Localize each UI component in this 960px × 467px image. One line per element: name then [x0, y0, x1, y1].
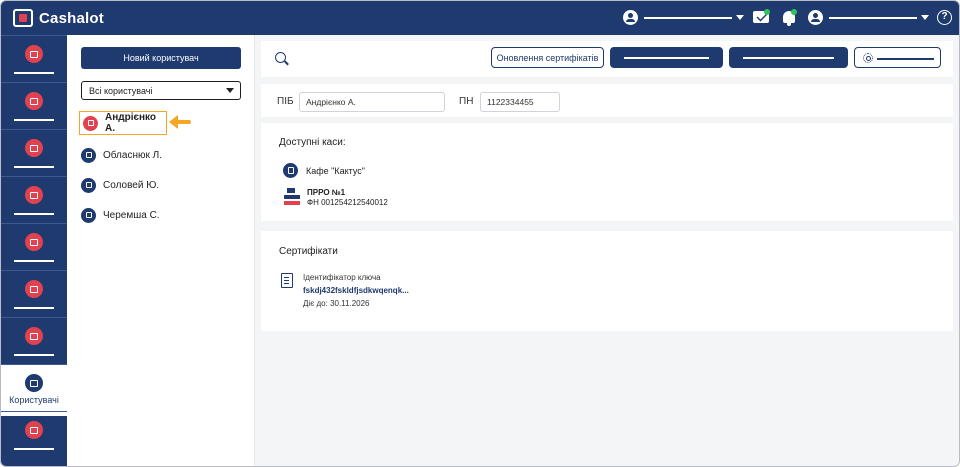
cash-register-icon: [284, 188, 300, 206]
user-name-placeholder[interactable]: [829, 17, 917, 19]
top-bar: Cashalot ?: [1, 1, 959, 35]
user-list-item[interactable]: Андрієнко А.: [79, 111, 167, 135]
sidebar-item-label: Користувачі: [9, 395, 59, 405]
prro-title: ПРРО №1: [307, 188, 346, 197]
users-icon: [25, 374, 43, 392]
home-icon: [25, 45, 43, 63]
toolbar-action-button[interactable]: [610, 47, 723, 68]
available-registers-panel: Доступні каси: Кафе "Кактус" ПРРО №1 ФН …: [261, 123, 953, 221]
new-user-button[interactable]: Новий користувач: [81, 47, 241, 69]
user-name: Обласнюк Л.: [103, 149, 162, 161]
store-icon: [283, 163, 298, 178]
sidebar-item-home[interactable]: [1, 35, 67, 87]
sidebar-item-label-placeholder: [14, 166, 54, 168]
section-title: Доступні каси:: [279, 137, 346, 148]
bell-notification-dot: [791, 9, 797, 15]
pn-field[interactable]: 1122334455: [480, 92, 560, 112]
cash-register-icon: [25, 233, 43, 251]
sidebar-item-cash-registers[interactable]: [1, 223, 67, 275]
register-name: Кафе "Кактус": [306, 165, 365, 176]
user-list-panel: Новий користувач Всі користувачі Андрієн…: [67, 35, 255, 466]
prro-info[interactable]: ПРРО №1 ФН 001254212540012: [307, 188, 388, 208]
gear-icon: [863, 53, 873, 63]
user-list-item[interactable]: Обласнюк Л.: [79, 143, 239, 167]
user-name: Соловей Ю.: [103, 179, 160, 191]
report-icon: [25, 327, 43, 345]
pib-label: ПІБ: [277, 96, 294, 107]
user-avatar-icon: [81, 207, 96, 223]
app-logo[interactable]: Cashalot: [13, 8, 104, 28]
profile-panel: ПІБ Андрієнко А. ПН 1122334455: [261, 84, 953, 117]
app-window: Cashalot ? Користувачі Новий користувач …: [0, 0, 960, 467]
document-icon: [25, 139, 43, 157]
update-certificates-button[interactable]: Оновлення сертифікатів: [491, 47, 604, 68]
search-icon[interactable]: [275, 52, 286, 63]
user-filter-select[interactable]: Всі користувачі: [81, 81, 241, 100]
pn-label: ПН: [459, 96, 474, 107]
sidebar-item-label-placeholder: [14, 119, 54, 121]
certificate-item[interactable]: Ідентифікатор ключа fskdj432fskldfjsdkwq…: [303, 271, 409, 310]
user-list-item[interactable]: Соловей Ю.: [79, 173, 239, 197]
sidebar-item-label-placeholder: [14, 307, 54, 309]
register-icon: [25, 92, 43, 110]
sidebar-item-label-placeholder: [14, 213, 54, 215]
pib-field[interactable]: Андрієнко А.: [299, 92, 445, 112]
user-icon[interactable]: [808, 10, 823, 25]
help-icon[interactable]: ?: [937, 10, 952, 25]
sidebar-item-label-placeholder: [14, 354, 54, 356]
section-title: Сертифікати: [279, 246, 338, 257]
certificate-key-value[interactable]: fskdj432fskldfjsdkwqenqk...: [303, 284, 409, 297]
certificate-valid-until: Діє до: 30.11.2026: [303, 299, 370, 308]
delivery-icon: [25, 280, 43, 298]
sidebar-item-receipts[interactable]: [1, 176, 67, 228]
certificates-panel: Сертифікати Ідентифікатор ключа fskdj432…: [261, 231, 953, 331]
sidebar-item-users[interactable]: Користувачі: [1, 364, 67, 416]
user-name: Андрієнко А.: [105, 112, 157, 134]
user-avatar-icon: [81, 177, 96, 193]
sidebar-item-settings[interactable]: [1, 411, 67, 463]
chevron-down-icon[interactable]: [736, 15, 744, 20]
register-item[interactable]: Кафе "Кактус": [283, 163, 365, 178]
content-toolbar: Оновлення сертифікатів: [261, 41, 953, 77]
receipt-icon: [25, 186, 43, 204]
user-filter-value: Всі користувачі: [89, 85, 153, 96]
prro-fiscal-number: ФН 001254212540012: [307, 198, 388, 207]
sidebar-item-label-placeholder: [14, 260, 54, 262]
account-name-placeholder[interactable]: [644, 17, 732, 19]
mail-notification-dot: [764, 9, 770, 15]
logo-icon: [13, 9, 33, 27]
user-list-item[interactable]: Черемша С.: [79, 203, 239, 227]
user-avatar-icon: [81, 147, 96, 163]
sidebar-item-documents[interactable]: [1, 129, 67, 181]
user-name: Черемша С.: [103, 209, 160, 221]
account-icon[interactable]: [623, 10, 638, 25]
certificate-key-label: Ідентифікатор ключа: [303, 273, 381, 282]
sidebar-item-label-placeholder: [14, 448, 54, 450]
settings-label-placeholder: [877, 58, 934, 60]
settings-icon: [25, 421, 43, 439]
user-avatar-icon: [83, 115, 98, 131]
certificate-icon: [281, 273, 293, 288]
app-name: Cashalot: [39, 9, 104, 27]
toolbar-action-button[interactable]: [729, 47, 848, 68]
arrow-left-icon: [169, 115, 193, 129]
chevron-down-icon[interactable]: [921, 15, 929, 20]
sidebar-item-register[interactable]: [1, 82, 67, 134]
sidebar: Користувачі: [1, 35, 67, 466]
settings-dropdown-button[interactable]: [854, 47, 941, 68]
sidebar-item-delivery[interactable]: [1, 270, 67, 322]
sidebar-item-reports[interactable]: [1, 317, 67, 369]
chevron-down-icon: [226, 88, 234, 93]
sidebar-item-label-placeholder: [14, 72, 54, 74]
